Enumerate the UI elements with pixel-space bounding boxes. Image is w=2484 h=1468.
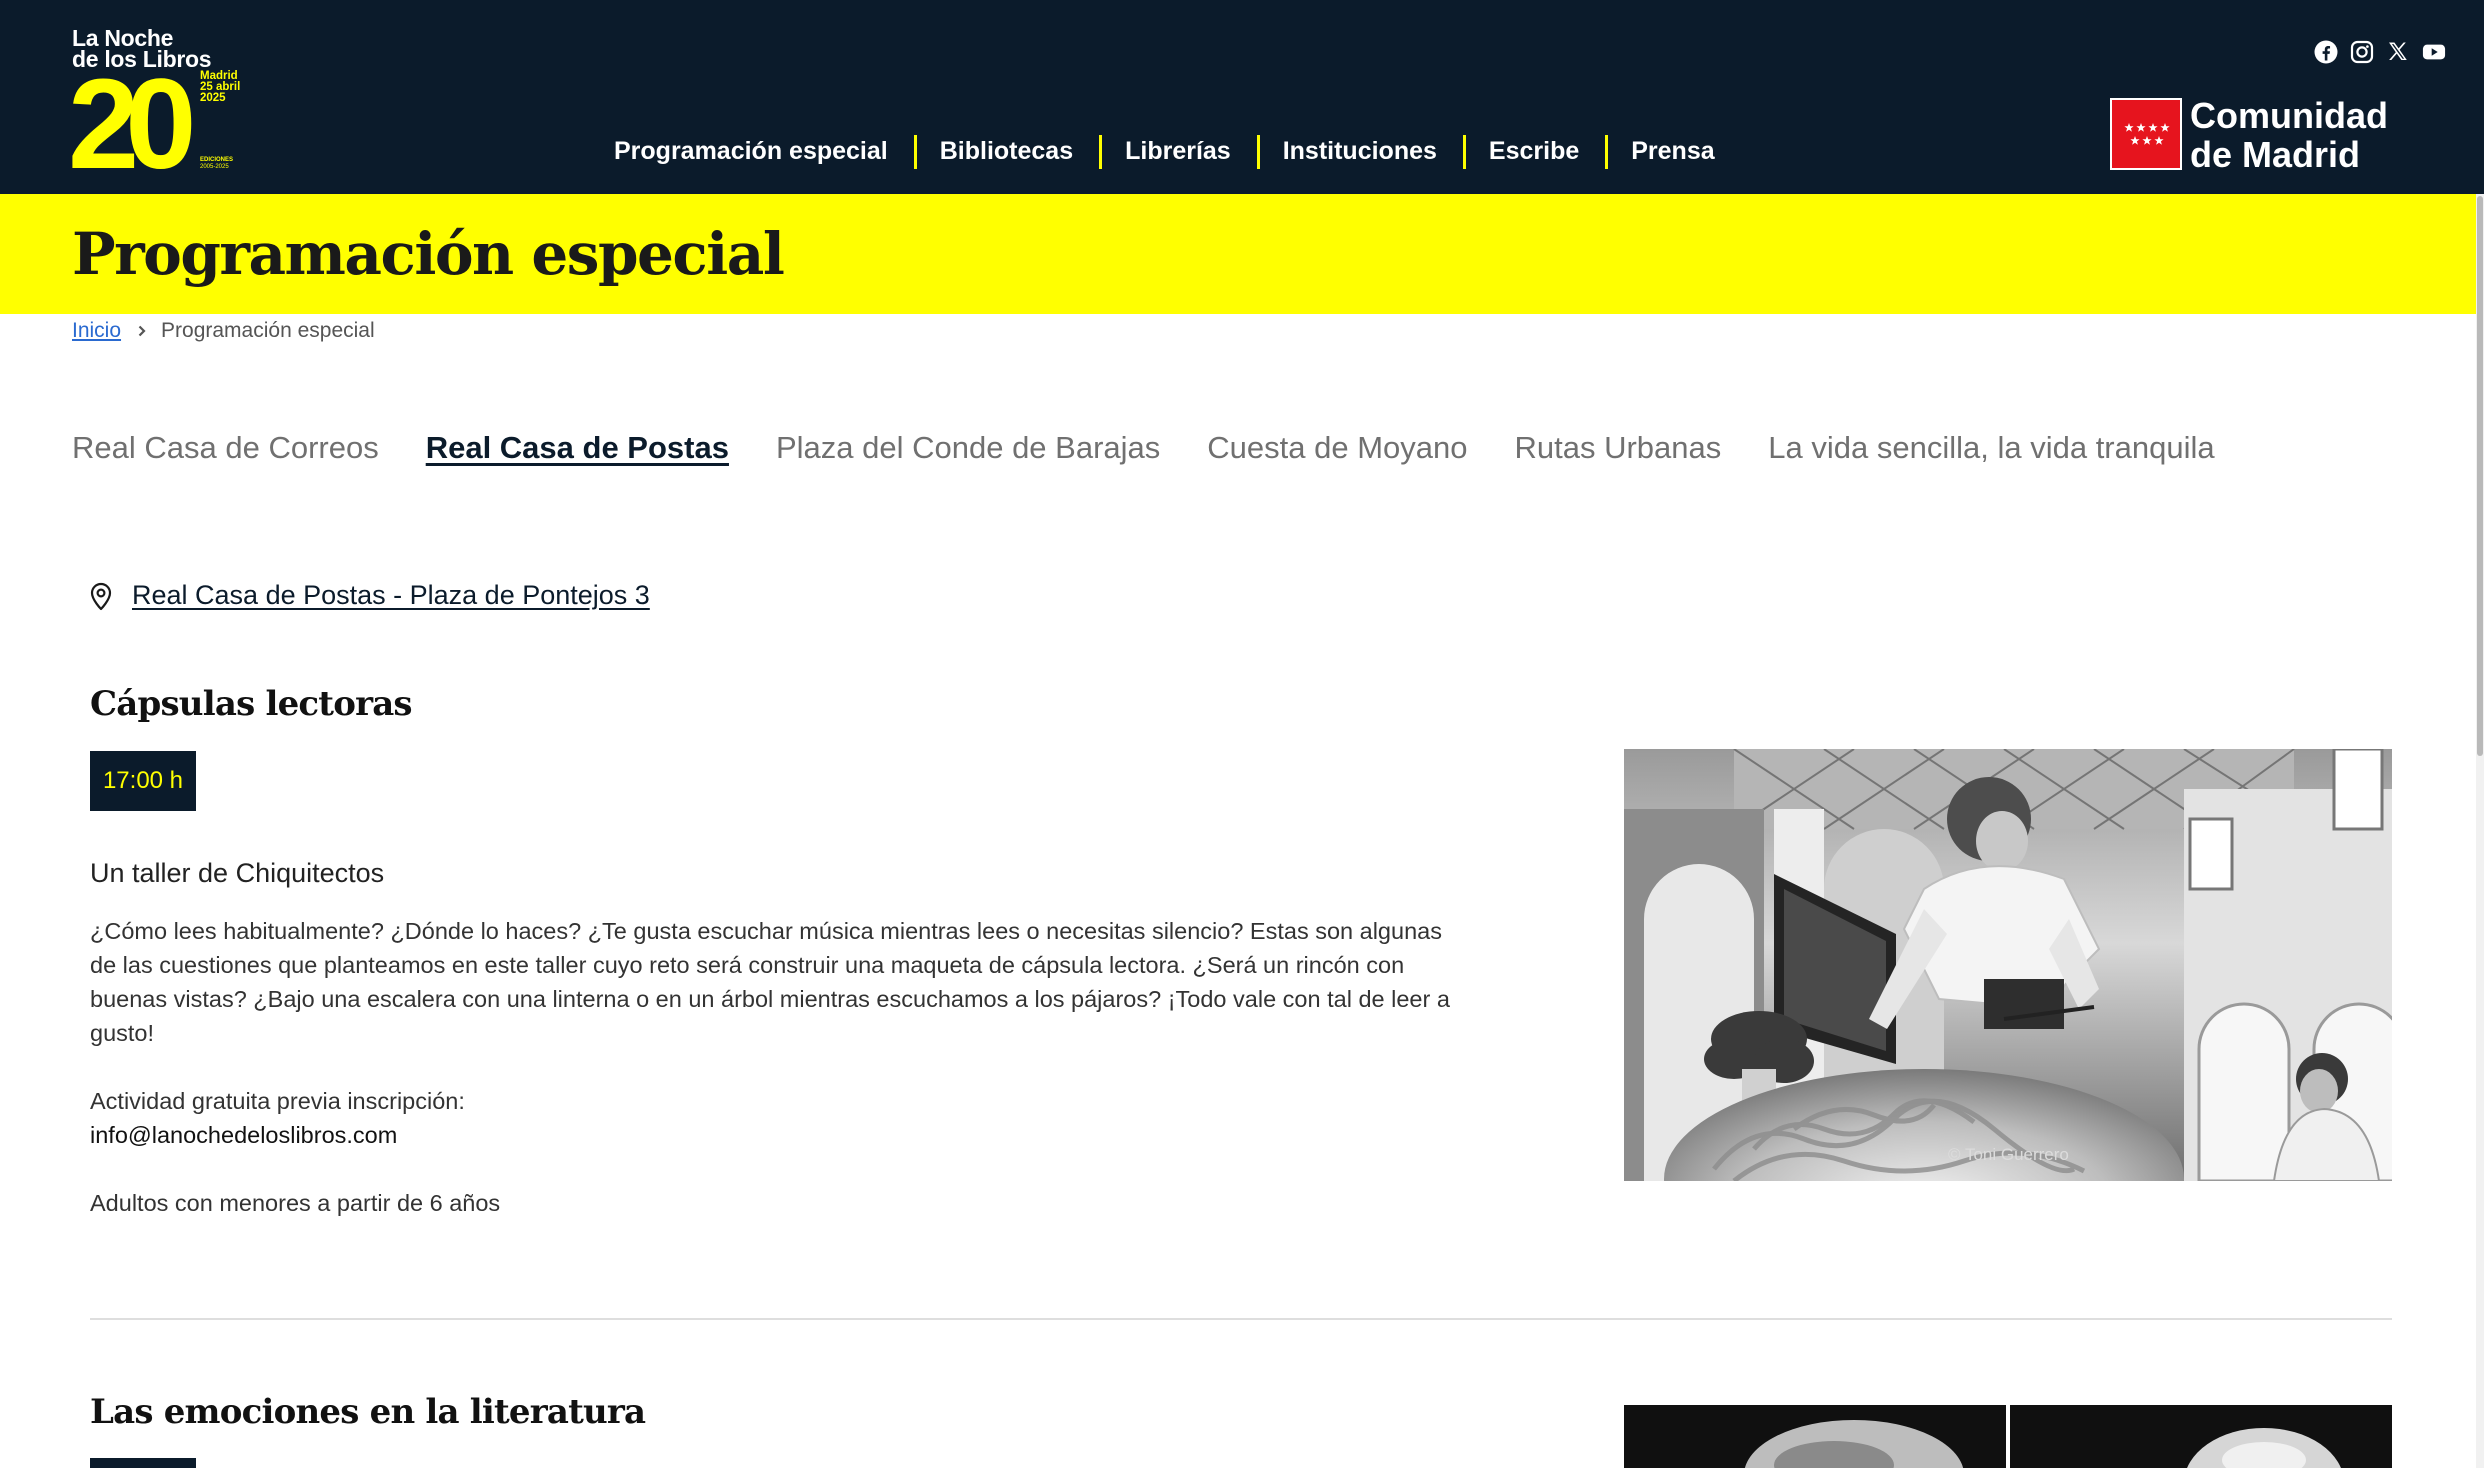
page-banner: Programación especial <box>0 194 2484 314</box>
social-links <box>2314 40 2446 64</box>
breadcrumb: Inicio Programación especial <box>72 318 375 344</box>
site-header: La Noche de los Libros 20 Madrid 25 abri… <box>0 0 2484 194</box>
facebook-icon[interactable] <box>2314 40 2338 64</box>
tab-la-vida-sencilla[interactable]: La vida sencilla, la vida tranquila <box>1768 430 2214 466</box>
event-photo <box>1624 1405 2392 1468</box>
event-divider <box>90 1318 2392 1320</box>
instagram-icon[interactable] <box>2350 40 2374 64</box>
venue-tabs: Real Casa de Correos Real Casa de Postas… <box>72 430 2215 466</box>
comunidad-madrid-line-2: de Madrid <box>2190 134 2361 175</box>
nav-item-prensa[interactable]: Prensa <box>1605 131 1740 171</box>
comunidad-madrid-line-1: Comunidad <box>2190 95 2388 136</box>
logo-number-text: 20 <box>72 68 191 172</box>
comunidad-madrid-name: Comunidad de Madrid <box>2190 96 2388 174</box>
venue-address-link[interactable]: Real Casa de Postas - Plaza de Pontejos … <box>132 580 650 611</box>
tab-rutas-urbanas[interactable]: Rutas Urbanas <box>1515 430 1722 466</box>
madrid-flag-icon <box>2110 98 2182 170</box>
event-registration-note: Actividad gratuita previa inscripción: <box>90 1088 465 1114</box>
nav-item-librerias[interactable]: Librerías <box>1099 131 1257 171</box>
logo-title-line-2: de los Libros <box>72 46 212 72</box>
youtube-icon[interactable] <box>2422 40 2446 64</box>
comunidad-madrid-logo[interactable]: Comunidad de Madrid <box>2110 96 2400 174</box>
breadcrumb-current: Programación especial <box>161 319 375 342</box>
nav-item-instituciones[interactable]: Instituciones <box>1256 131 1463 171</box>
venue-location: Real Casa de Postas - Plaza de Pontejos … <box>88 580 650 611</box>
nav-item-bibliotecas[interactable]: Bibliotecas <box>913 131 1099 171</box>
logo-editions-years: 2005-2025 <box>200 164 229 170</box>
event-photo-illustration <box>1624 1405 2392 1468</box>
logo-year: 2025 <box>200 92 226 104</box>
map-pin-icon <box>88 581 114 611</box>
logo-number-20: 20 <box>72 68 200 172</box>
nav-item-programacion-especial[interactable]: Programación especial <box>588 131 914 171</box>
photo-credit: © Toni Guerrero <box>1948 1145 2069 1164</box>
event-photo: © Toni Guerrero <box>1624 749 2392 1181</box>
x-icon[interactable] <box>2386 40 2410 64</box>
chevron-right-icon <box>137 318 147 344</box>
event-audience: Adultos con menores a partir de 6 años <box>90 1190 501 1216</box>
event-time-badge: 17:00 h <box>90 751 196 811</box>
event-description: ¿Cómo lees habitualmente? ¿Dónde lo hace… <box>90 918 1450 1046</box>
tab-real-casa-de-postas[interactable]: Real Casa de Postas <box>426 430 729 466</box>
tab-plaza-del-conde-de-barajas[interactable]: Plaza del Conde de Barajas <box>776 430 1160 466</box>
event-time-badge <box>90 1458 196 1468</box>
nav-item-escribe[interactable]: Escribe <box>1462 131 1605 171</box>
event-title: Cápsulas lectoras <box>90 684 413 724</box>
site-logo[interactable]: La Noche de los Libros 20 Madrid 25 abri… <box>72 24 262 174</box>
tab-cuesta-de-moyano[interactable]: Cuesta de Moyano <box>1207 430 1467 466</box>
workshop-photo-illustration <box>1624 749 2392 1181</box>
breadcrumb-home-link[interactable]: Inicio <box>72 319 121 343</box>
logo-event-info: Madrid 25 abril 2025 <box>200 70 240 104</box>
scrollbar-thumb[interactable] <box>2477 196 2483 756</box>
tab-real-casa-de-correos[interactable]: Real Casa de Correos <box>72 430 379 466</box>
main-nav: Programación especial Bibliotecas Librer… <box>588 131 1741 171</box>
event-contact-email[interactable]: info@lanochedeloslibros.com <box>90 1122 397 1149</box>
event-subtitle: Un taller de Chiquitectos <box>90 858 385 888</box>
event-title: Las emociones en la literatura <box>90 1392 646 1432</box>
logo-editions-label: EDICIONES <box>200 157 234 163</box>
page-title: Programación especial <box>72 220 785 288</box>
